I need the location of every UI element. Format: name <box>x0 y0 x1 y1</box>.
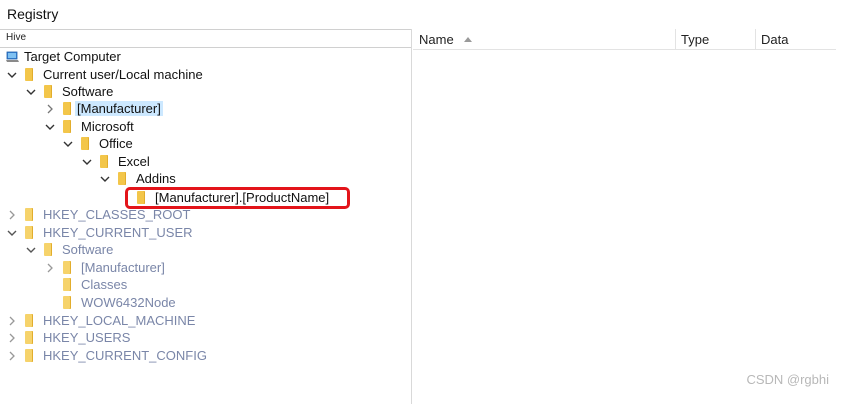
folder-icon <box>63 120 71 133</box>
tree-node-microsoft[interactable]: Microsoft <box>44 118 134 135</box>
chevron-right-icon[interactable] <box>6 315 18 327</box>
chevron-down-icon[interactable] <box>99 173 111 185</box>
chevron-down-icon[interactable] <box>25 244 37 256</box>
tree-node-label: Addins <box>136 171 176 186</box>
tree-node-label: HKEY_CURRENT_USER <box>43 225 193 240</box>
tree-node-label: Excel <box>118 154 150 169</box>
folder-icon <box>25 314 33 327</box>
tree-node-label: HKEY_CLASSES_ROOT <box>43 207 191 222</box>
column-header-data-label: Data <box>761 32 789 47</box>
tree-node-hkcu-wow6432node[interactable]: WOW6432Node <box>63 294 176 311</box>
window-title: Registry <box>7 6 59 22</box>
chevron-right-icon[interactable] <box>6 350 18 362</box>
tree-node-label: [Manufacturer] <box>75 101 163 116</box>
chevron-down-icon[interactable] <box>6 227 18 239</box>
tree-node-label: Microsoft <box>81 119 134 134</box>
tree-node-label: Current user/Local machine <box>43 67 203 82</box>
tree-node-label: HKEY_LOCAL_MACHINE <box>43 313 196 328</box>
tree-node-current-user-local-machine[interactable]: Current user/Local machine <box>6 66 203 83</box>
tree-node-software[interactable]: Software <box>25 83 113 100</box>
tree-node-hkey-users[interactable]: HKEY_USERS <box>6 329 130 346</box>
chevron-down-icon[interactable] <box>81 156 93 168</box>
tree-node-hkey-current-config[interactable]: HKEY_CURRENT_CONFIG <box>6 347 207 364</box>
folder-icon <box>81 137 89 150</box>
tree-node-hkey-local-machine[interactable]: HKEY_LOCAL_MACHINE <box>6 312 195 329</box>
tree-node-hkcu-software[interactable]: Software <box>25 241 113 258</box>
tree-node-excel[interactable]: Excel <box>81 153 150 170</box>
tree-node-hkcu-manufacturer[interactable]: [Manufacturer] <box>44 259 165 276</box>
tree-node-label: HKEY_USERS <box>43 330 131 345</box>
folder-icon <box>25 331 33 344</box>
chevron-right-icon[interactable] <box>44 103 56 115</box>
column-header-name-label: Name <box>419 32 454 47</box>
folder-icon <box>63 296 71 309</box>
hive-column-header[interactable]: Hive <box>0 29 411 48</box>
column-header-type-label: Type <box>681 32 710 47</box>
folder-icon <box>44 243 52 256</box>
folder-icon <box>100 155 108 168</box>
tree-node-hkey-classes-root[interactable]: HKEY_CLASSES_ROOT <box>6 206 190 223</box>
computer-icon <box>6 51 20 63</box>
tree-node-hkey-current-user[interactable]: HKEY_CURRENT_USER <box>6 224 193 241</box>
tree-node-office[interactable]: Office <box>62 135 133 152</box>
tree-node-manufacturer-selected[interactable]: [Manufacturer] <box>44 100 163 117</box>
tree-node-target-computer[interactable]: Target Computer <box>6 48 121 65</box>
folder-icon <box>63 278 71 291</box>
folder-icon <box>25 349 33 362</box>
watermark-text: CSDN @rgbhi <box>746 372 829 387</box>
sort-ascending-icon <box>463 37 472 42</box>
folder-icon <box>25 226 33 239</box>
folder-icon <box>63 261 71 274</box>
chevron-down-icon[interactable] <box>44 121 56 133</box>
tree-node-label: HKEY_CURRENT_CONFIG <box>43 348 207 363</box>
tree-node-label: Target Computer <box>24 49 121 64</box>
column-header-name[interactable]: Name <box>413 29 676 50</box>
tree-node-hkcu-classes[interactable]: Classes <box>63 276 127 293</box>
values-list-pane[interactable]: Name Type Data <box>413 29 843 404</box>
column-header-data[interactable]: Data <box>756 29 836 50</box>
folder-icon <box>25 68 33 81</box>
tree-node-addins[interactable]: Addins <box>99 170 176 187</box>
column-header-type[interactable]: Type <box>676 29 756 50</box>
chevron-right-icon[interactable] <box>44 262 56 274</box>
tree-node-label: Software <box>62 84 114 99</box>
chevron-down-icon[interactable] <box>62 138 74 150</box>
folder-icon <box>63 102 71 115</box>
tree-node-label: WOW6432Node <box>81 295 176 310</box>
tree-node-label: [Manufacturer] <box>81 260 165 275</box>
chevron-down-icon[interactable] <box>25 86 37 98</box>
chevron-down-icon[interactable] <box>6 69 18 81</box>
tree-node-label: Classes <box>81 277 128 292</box>
tree-node-label: Office <box>99 136 133 151</box>
folder-icon <box>25 208 33 221</box>
folder-icon <box>44 85 52 98</box>
tree-node-label: Software <box>62 242 114 257</box>
chevron-right-icon[interactable] <box>6 332 18 344</box>
folder-icon <box>118 172 126 185</box>
hive-header-label: Hive <box>6 32 27 43</box>
chevron-right-icon[interactable] <box>6 209 18 221</box>
